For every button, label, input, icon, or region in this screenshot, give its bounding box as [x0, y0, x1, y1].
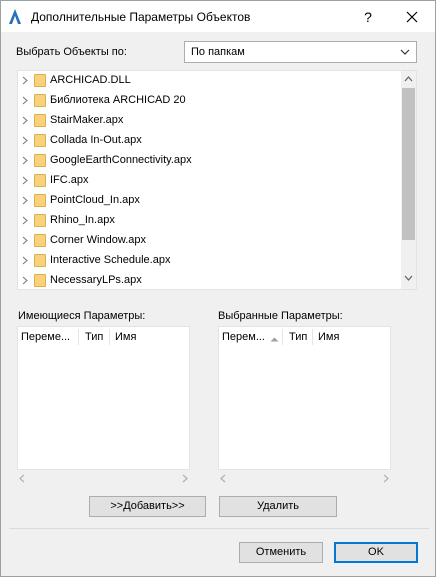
- add-button[interactable]: >>Добавить>>: [89, 496, 206, 517]
- scroll-thumb[interactable]: [402, 88, 415, 240]
- tree-item[interactable]: Corner Window.apx: [18, 231, 403, 251]
- column-type[interactable]: Тип: [85, 331, 103, 343]
- tree-item-label: IFC.apx: [50, 174, 89, 186]
- folder-icon: [34, 94, 46, 107]
- window-title: Дополнительные Параметры Объектов: [31, 10, 251, 24]
- tree-item-label: StairMaker.apx: [50, 114, 124, 126]
- tree-item[interactable]: NecessaryLPs.apx: [18, 271, 403, 289]
- chevron-right-icon[interactable]: [22, 216, 28, 225]
- chevron-right-icon[interactable]: [22, 96, 28, 105]
- close-icon: [406, 11, 418, 23]
- folder-icon: [34, 74, 46, 87]
- scroll-right-icon[interactable]: [182, 474, 188, 483]
- archicad-logo-icon: [9, 9, 21, 24]
- select-by-label: Выбрать Объекты по:: [16, 46, 127, 58]
- tree-item[interactable]: IFC.apx: [18, 171, 403, 191]
- cancel-button[interactable]: Отменить: [239, 542, 323, 563]
- tree-item-label: NecessaryLPs.apx: [50, 274, 142, 286]
- tree-item-label: Interactive Schedule.apx: [50, 254, 171, 266]
- column-type[interactable]: Тип: [289, 331, 307, 343]
- scroll-down-icon[interactable]: [404, 275, 413, 281]
- column-divider[interactable]: [282, 329, 283, 345]
- folder-icon: [34, 194, 46, 207]
- column-name[interactable]: Имя: [115, 331, 136, 343]
- help-button[interactable]: ?: [353, 5, 383, 29]
- column-name[interactable]: Имя: [318, 331, 339, 343]
- chevron-right-icon[interactable]: [22, 156, 28, 165]
- chevron-right-icon[interactable]: [22, 196, 28, 205]
- folder-icon: [34, 154, 46, 167]
- tree-item-label: ARCHICAD.DLL: [50, 74, 131, 86]
- chevron-down-icon: [400, 49, 410, 55]
- selected-params-header: Перем... Тип Имя: [219, 327, 390, 347]
- sort-ascending-icon: [270, 337, 279, 342]
- tree-item-label: Rhino_In.apx: [50, 214, 115, 226]
- tree-item-label: PointCloud_In.apx: [50, 194, 140, 206]
- folder-icon: [34, 214, 46, 227]
- column-variable[interactable]: Перем...: [222, 331, 265, 343]
- chevron-right-icon[interactable]: [22, 276, 28, 285]
- tree-item-label: Библиотека ARCHICAD 20: [50, 94, 186, 106]
- tree-item-label: Collada In-Out.apx: [50, 134, 142, 146]
- remove-button[interactable]: Удалить: [219, 496, 337, 517]
- chevron-right-icon[interactable]: [22, 116, 28, 125]
- select-by-dropdown[interactable]: По папкам: [184, 41, 417, 63]
- tree-item[interactable]: Библиотека ARCHICAD 20: [18, 91, 403, 111]
- chevron-right-icon[interactable]: [22, 76, 28, 85]
- tree-item[interactable]: Collada In-Out.apx: [18, 131, 403, 151]
- available-params-list[interactable]: Переме... Тип Имя: [17, 326, 190, 470]
- chevron-right-icon[interactable]: [22, 236, 28, 245]
- tree-item-label: Corner Window.apx: [50, 234, 146, 246]
- selected-params-label: Выбранные Параметры:: [218, 310, 343, 322]
- column-divider[interactable]: [78, 329, 79, 345]
- scroll-left-icon[interactable]: [19, 474, 25, 483]
- selected-params-list[interactable]: Перем... Тип Имя: [218, 326, 391, 470]
- chevron-right-icon[interactable]: [22, 256, 28, 265]
- object-tree[interactable]: ARCHICAD.DLL Библиотека ARCHICAD 20 StairM…: [17, 70, 417, 290]
- tree-item[interactable]: StairMaker.apx: [18, 111, 403, 131]
- available-params-hscroll[interactable]: [17, 471, 190, 485]
- chevron-right-icon[interactable]: [22, 176, 28, 185]
- available-params-label: Имеющиеся Параметры:: [18, 310, 146, 322]
- folder-icon: [34, 274, 46, 287]
- footer-divider: [9, 528, 429, 529]
- title-bar: Дополнительные Параметры Объектов ?: [1, 1, 435, 32]
- close-button[interactable]: [397, 5, 427, 29]
- folder-icon: [34, 234, 46, 247]
- select-by-value: По папкам: [191, 46, 245, 58]
- tree-item[interactable]: PointCloud_In.apx: [18, 191, 403, 211]
- tree-item-label: GoogleEarthConnectivity.apx: [50, 154, 192, 166]
- tree-item[interactable]: Rhino_In.apx: [18, 211, 403, 231]
- selected-params-hscroll[interactable]: [218, 471, 391, 485]
- folder-icon: [34, 114, 46, 127]
- tree-item[interactable]: Interactive Schedule.apx: [18, 251, 403, 271]
- tree-item[interactable]: ARCHICAD.DLL: [18, 71, 403, 91]
- column-divider[interactable]: [109, 329, 110, 345]
- scroll-up-icon[interactable]: [404, 76, 413, 82]
- column-divider[interactable]: [312, 329, 313, 345]
- scroll-right-icon[interactable]: [383, 474, 389, 483]
- available-params-header: Переме... Тип Имя: [18, 327, 189, 347]
- folder-icon: [34, 174, 46, 187]
- folder-icon: [34, 254, 46, 267]
- scroll-left-icon[interactable]: [220, 474, 226, 483]
- tree-vertical-scrollbar[interactable]: [401, 71, 416, 289]
- tree-item[interactable]: GoogleEarthConnectivity.apx: [18, 151, 403, 171]
- column-variable[interactable]: Переме...: [21, 331, 70, 343]
- dialog-window: Дополнительные Параметры Объектов ? Выбр…: [0, 0, 436, 577]
- folder-icon: [34, 134, 46, 147]
- chevron-right-icon[interactable]: [22, 136, 28, 145]
- ok-button[interactable]: OK: [334, 542, 418, 563]
